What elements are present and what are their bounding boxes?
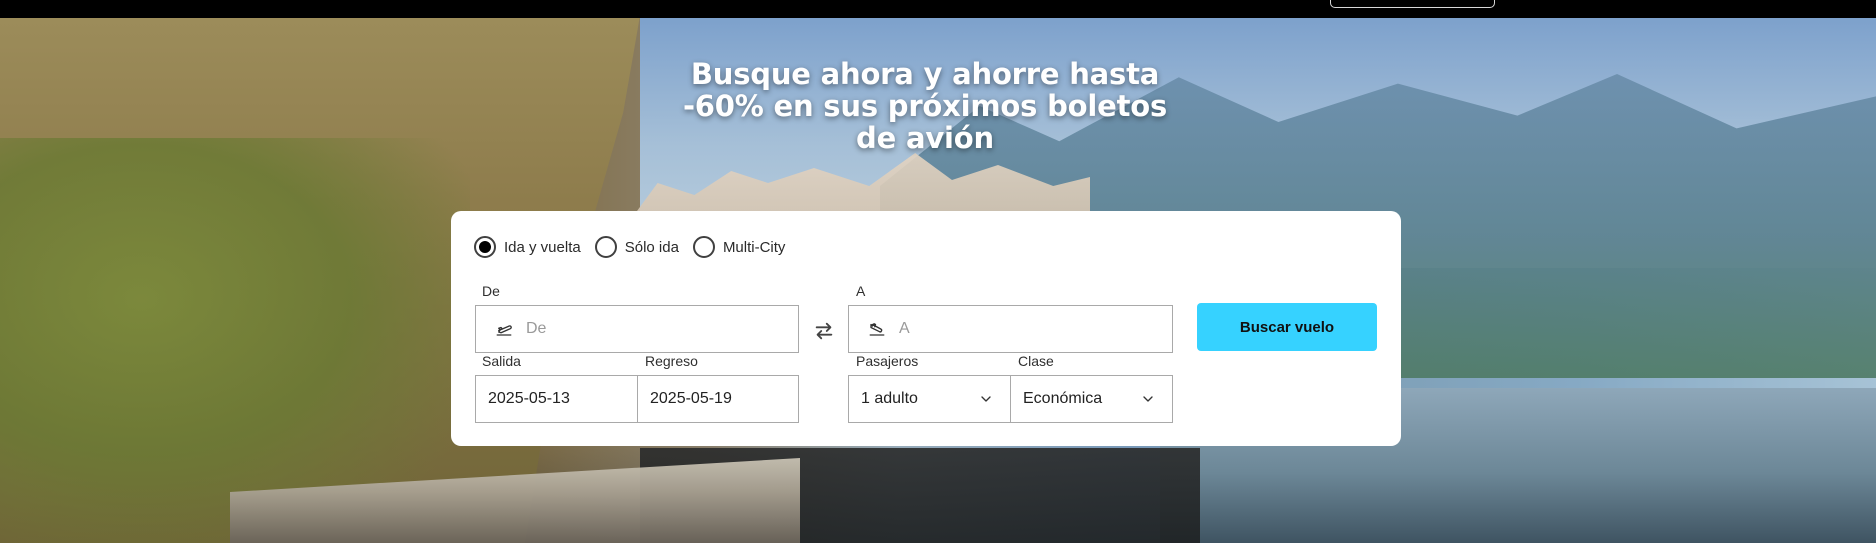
radio-roundtrip[interactable] (474, 236, 496, 258)
departure-date-value: 2025-05-13 (488, 390, 570, 407)
trip-type-roundtrip-label: Ida y vuelta (504, 238, 581, 256)
from-input[interactable]: De (475, 305, 799, 353)
top-nav-button[interactable] (1330, 0, 1495, 8)
radio-multicity[interactable] (692, 236, 715, 258)
trip-type-oneway[interactable]: Sólo ida (594, 236, 679, 258)
flight-search-card: Ida y vuelta Sólo ida Multi-City De De A (451, 211, 1401, 446)
search-flight-button[interactable]: Buscar vuelo (1197, 303, 1377, 351)
to-field-label: A (856, 283, 866, 299)
passengers-value: 1 adulto (861, 390, 918, 407)
passengers-select[interactable]: 1 adulto (848, 375, 1011, 423)
hero-headline: Busque ahora y ahorre hasta -60% en sus … (682, 57, 1168, 155)
top-navigation-bar (0, 0, 1876, 18)
departure-label: Salida (482, 353, 521, 369)
trip-type-roundtrip[interactable]: Ida y vuelta (474, 236, 581, 258)
swap-arrows-icon[interactable] (809, 316, 839, 346)
chevron-down-icon (1140, 391, 1156, 407)
trip-type-oneway-label: Sólo ida (624, 238, 679, 256)
radio-oneway[interactable] (594, 236, 617, 258)
plane-landing-icon (865, 317, 889, 341)
passengers-label: Pasajeros (856, 353, 919, 369)
to-input[interactable]: A (848, 305, 1173, 353)
chevron-down-icon (978, 391, 994, 407)
return-date-input[interactable]: 2025-05-19 (637, 375, 799, 423)
return-label: Regreso (645, 353, 698, 369)
plane-takeoff-icon (492, 317, 516, 341)
cabin-class-value: Económica (1023, 390, 1103, 407)
return-date-value: 2025-05-19 (650, 390, 732, 407)
trip-type-selector: Ida y vuelta Sólo ida Multi-City (474, 235, 799, 259)
cabin-class-label: Clase (1018, 353, 1054, 369)
to-placeholder: A (899, 320, 910, 337)
departure-date-input[interactable]: 2025-05-13 (475, 375, 638, 423)
from-field-label: De (482, 283, 500, 299)
trip-type-multicity[interactable]: Multi-City (692, 236, 786, 258)
trip-type-multicity-label: Multi-City (722, 238, 786, 256)
cabin-class-select[interactable]: Económica (1010, 375, 1173, 423)
from-placeholder: De (526, 320, 547, 337)
